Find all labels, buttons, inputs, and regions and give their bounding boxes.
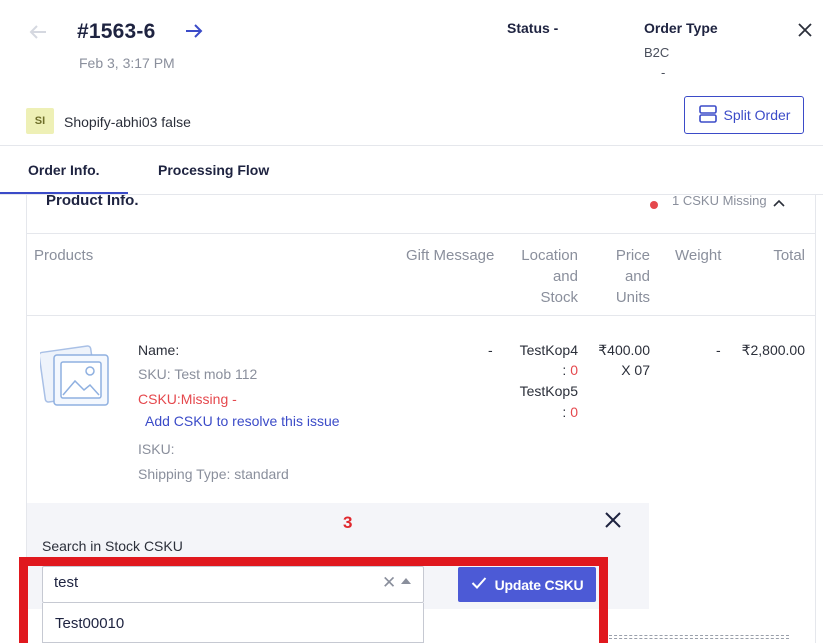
order-id: #1563-6 bbox=[77, 20, 156, 43]
split-order-button[interactable]: Split Order bbox=[684, 96, 804, 134]
product-info-title: Product Info. bbox=[46, 195, 139, 209]
search-csku-label: Search in Stock CSKU bbox=[42, 538, 183, 554]
column-header-price-units: Price and Units bbox=[600, 245, 650, 308]
divider bbox=[0, 145, 823, 146]
column-header-products: Products bbox=[34, 247, 94, 264]
product-csku-missing: CSKU:Missing - bbox=[138, 391, 237, 407]
column-header-location-stock: Location and Stock bbox=[512, 245, 578, 308]
missing-status-dot bbox=[650, 201, 658, 209]
order-date: Feb 3, 3:17 PM bbox=[79, 55, 175, 71]
store-badge: SI bbox=[26, 108, 54, 134]
column-header-gift-message: Gift Message bbox=[406, 247, 495, 264]
highlight-box bbox=[19, 557, 608, 643]
add-csku-link[interactable]: Add CSKU to resolve this issue bbox=[145, 411, 340, 432]
location-name: TestKop5 bbox=[519, 383, 578, 399]
order-type-value: B2C bbox=[644, 45, 670, 60]
product-sku: SKU: Test mob 112 bbox=[138, 366, 258, 382]
status-label: Status - bbox=[507, 20, 559, 36]
column-header-line: Stock bbox=[540, 289, 578, 306]
column-header-weight: Weight bbox=[675, 247, 722, 264]
column-header-line: Location bbox=[521, 247, 578, 264]
gift-message-value: - bbox=[488, 342, 493, 358]
column-header-line: Price bbox=[615, 247, 650, 264]
units-value: X 07 bbox=[621, 362, 650, 378]
tab-order-info[interactable]: Order Info. bbox=[28, 162, 100, 178]
collapse-icon[interactable] bbox=[772, 196, 786, 209]
column-header-total: Total bbox=[773, 247, 805, 264]
split-order-label: Split Order bbox=[723, 107, 791, 123]
order-type-label: Order Type bbox=[644, 20, 718, 36]
order-type-subvalue: - bbox=[661, 65, 666, 80]
step-number: 3 bbox=[343, 513, 353, 532]
column-header-line: Units bbox=[615, 289, 650, 306]
divider bbox=[27, 315, 815, 316]
csku-missing-label: 1 CSKU Missing bbox=[672, 195, 767, 208]
stock-value: 0 bbox=[570, 404, 578, 420]
stock-value: 0 bbox=[570, 362, 578, 378]
product-image-placeholder-icon bbox=[38, 343, 112, 409]
location-stock: : 0 bbox=[562, 404, 578, 420]
close-icon[interactable] bbox=[795, 20, 815, 40]
close-panel-icon[interactable] bbox=[604, 511, 622, 529]
divider bbox=[27, 233, 815, 234]
tab-processing-flow[interactable]: Processing Flow bbox=[158, 162, 269, 178]
split-icon bbox=[698, 104, 718, 127]
product-isku: ISKU: bbox=[138, 441, 175, 457]
forward-arrow-icon[interactable] bbox=[182, 19, 206, 43]
weight-value: - bbox=[716, 342, 721, 358]
total-value: ₹2,800.00 bbox=[741, 342, 805, 358]
location-name: TestKop4 bbox=[519, 342, 578, 358]
product-name: Name: bbox=[138, 342, 180, 358]
dashed-divider bbox=[609, 635, 789, 639]
price-value: ₹400.00 bbox=[598, 342, 650, 358]
column-header-line: and bbox=[624, 268, 650, 285]
shipping-type: Shipping Type: standard bbox=[138, 466, 289, 482]
back-arrow-icon[interactable] bbox=[26, 20, 50, 44]
column-header-line: and bbox=[552, 268, 578, 285]
store-name: Shopify-abhi03 false bbox=[64, 114, 191, 130]
location-stock: : 0 bbox=[562, 362, 578, 378]
